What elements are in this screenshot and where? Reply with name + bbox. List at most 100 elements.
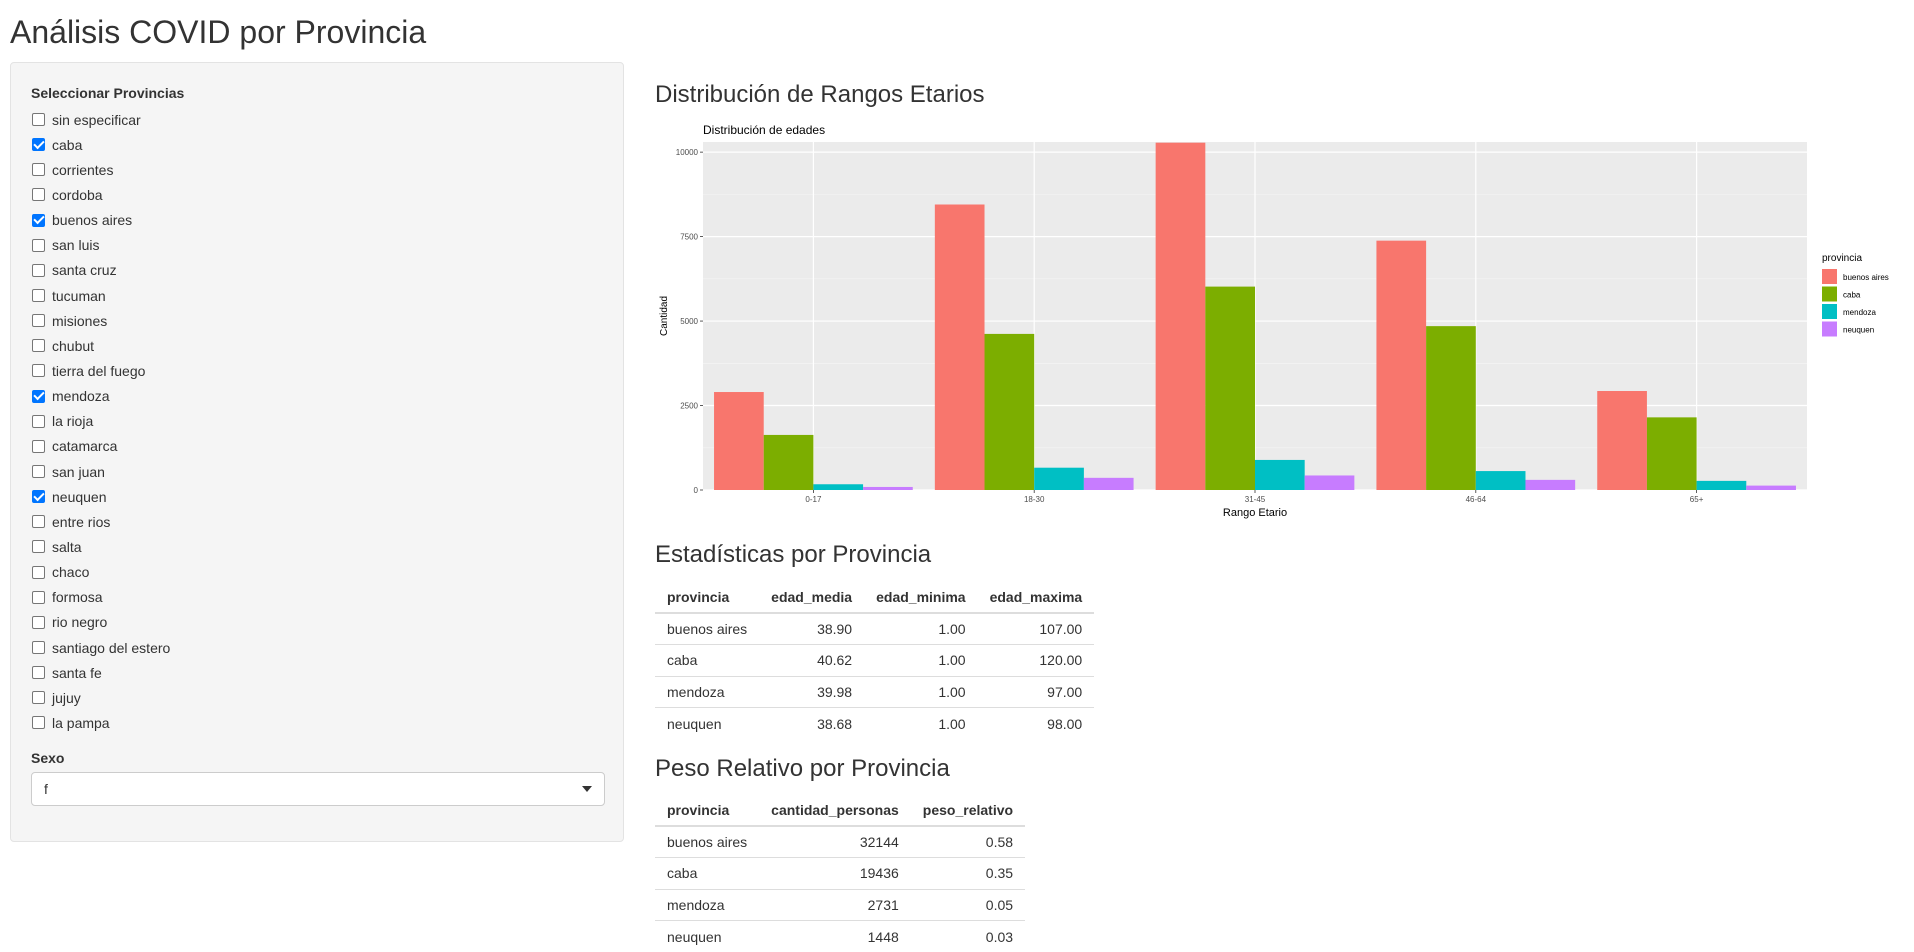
checkbox-label: santa cruz — [52, 262, 117, 278]
province-checkbox-san-luis[interactable]: san luis — [31, 233, 603, 258]
province-checkbox-catamarca[interactable]: catamarca — [31, 434, 603, 459]
checkbox[interactable] — [32, 113, 45, 126]
checkbox-label: tucuman — [52, 288, 106, 304]
province-checkbox-santa-fe[interactable]: santa fe — [31, 660, 603, 685]
checkbox-label: caba — [52, 137, 82, 153]
weight-section-title: Peso Relativo por Provincia — [655, 755, 950, 783]
province-checkbox-misiones[interactable]: misiones — [31, 308, 603, 333]
table-cell: caba — [655, 858, 759, 890]
table-cell: 1.00 — [864, 645, 977, 677]
bar-buenos-aires-0-17 — [714, 392, 764, 490]
checkbox[interactable] — [32, 364, 45, 377]
x-tick-label: 46-64 — [1466, 495, 1487, 504]
province-checkbox-santa-cruz[interactable]: santa cruz — [31, 258, 603, 283]
checkbox[interactable] — [32, 465, 45, 478]
checkbox[interactable] — [32, 339, 45, 352]
province-checkbox-la-rioja[interactable]: la rioja — [31, 409, 603, 434]
checkbox[interactable] — [32, 616, 45, 629]
table-cell: 40.62 — [759, 645, 864, 677]
legend-swatch — [1822, 287, 1837, 302]
table-row: caba194360.35 — [655, 858, 1025, 890]
chevron-down-icon — [582, 786, 592, 792]
column-header: peso_relativo — [911, 795, 1025, 826]
province-checkbox-san-juan[interactable]: san juan — [31, 459, 603, 484]
bar-buenos-aires-46-64 — [1376, 241, 1426, 490]
checkbox[interactable] — [32, 390, 45, 403]
x-tick-label: 18-30 — [1024, 495, 1045, 504]
column-header: provincia — [655, 795, 759, 826]
checkbox[interactable] — [32, 138, 45, 151]
province-checkbox-mendoza[interactable]: mendoza — [31, 384, 603, 409]
checkbox-label: tierra del fuego — [52, 363, 145, 379]
province-checkbox-formosa[interactable]: formosa — [31, 585, 603, 610]
checkbox-label: chubut — [52, 338, 94, 354]
checkbox[interactable] — [32, 188, 45, 201]
sex-select[interactable]: f — [31, 772, 605, 806]
province-checkbox-salta[interactable]: salta — [31, 534, 603, 559]
bar-mendoza-65+ — [1697, 481, 1747, 490]
checkbox[interactable] — [32, 641, 45, 654]
bar-buenos-aires-31-45 — [1156, 143, 1206, 490]
checkbox[interactable] — [32, 239, 45, 252]
table-cell: caba — [655, 645, 759, 677]
checkbox[interactable] — [32, 490, 45, 503]
legend-label: caba — [1843, 291, 1861, 300]
bar-mendoza-46-64 — [1476, 471, 1526, 490]
column-header: provincia — [655, 582, 759, 613]
checkbox[interactable] — [32, 415, 45, 428]
checkbox[interactable] — [32, 716, 45, 729]
checkbox-label: catamarca — [52, 438, 117, 454]
checkbox[interactable] — [32, 214, 45, 227]
checkbox[interactable] — [32, 691, 45, 704]
checkbox[interactable] — [32, 540, 45, 553]
province-checkbox-chubut[interactable]: chubut — [31, 333, 603, 358]
x-axis-label: Rango Etario — [1223, 507, 1287, 519]
checkbox-label: san juan — [52, 464, 105, 480]
table-cell: 107.00 — [978, 613, 1095, 645]
checkbox-label: chaco — [52, 564, 89, 580]
legend-swatch — [1822, 304, 1837, 319]
bar-neuquen-31-45 — [1305, 475, 1355, 490]
province-checkbox-cordoba[interactable]: cordoba — [31, 182, 603, 207]
y-tick-label: 7500 — [680, 233, 698, 242]
table-cell: 2731 — [759, 889, 911, 921]
column-header: edad_media — [759, 582, 864, 613]
checkbox[interactable] — [32, 666, 45, 679]
province-checkbox-chaco[interactable]: chaco — [31, 560, 603, 585]
checkbox[interactable] — [32, 440, 45, 453]
province-checkbox-corrientes[interactable]: corrientes — [31, 157, 603, 182]
province-checkbox-jujuy[interactable]: jujuy — [31, 685, 603, 710]
checkbox[interactable] — [32, 591, 45, 604]
province-checkbox-santiago-del-estero[interactable]: santiago del estero — [31, 635, 603, 660]
province-checkbox-caba[interactable]: caba — [31, 132, 603, 157]
checkbox[interactable] — [32, 515, 45, 528]
province-checkbox-rio-negro[interactable]: rio negro — [31, 610, 603, 635]
table-cell: buenos aires — [655, 613, 759, 645]
legend-label: mendoza — [1843, 308, 1876, 317]
province-checkbox-buenos-aires[interactable]: buenos aires — [31, 208, 603, 233]
table-row: mendoza27310.05 — [655, 889, 1025, 921]
province-checkbox-neuquen[interactable]: neuquen — [31, 484, 603, 509]
province-checkbox-entre-rios[interactable]: entre rios — [31, 509, 603, 534]
table-cell: 32144 — [759, 826, 911, 858]
checkbox[interactable] — [32, 289, 45, 302]
province-checkbox-tierra-del-fuego[interactable]: tierra del fuego — [31, 358, 603, 383]
province-checkbox-tucuman[interactable]: tucuman — [31, 283, 603, 308]
table-row: buenos aires321440.58 — [655, 826, 1025, 858]
province-checkbox-sin-especificar[interactable]: sin especificar — [31, 107, 603, 132]
checkbox-label: cordoba — [52, 187, 103, 203]
sex-label: Sexo — [31, 750, 603, 766]
checkbox[interactable] — [32, 314, 45, 327]
checkbox[interactable] — [32, 264, 45, 277]
bar-caba-65+ — [1647, 417, 1697, 490]
table-cell: 38.90 — [759, 613, 864, 645]
province-checkbox-la-pampa[interactable]: la pampa — [31, 710, 603, 735]
page-title: Análisis COVID por Provincia — [10, 14, 426, 51]
checkbox[interactable] — [32, 163, 45, 176]
chart-title: Distribución de edades — [703, 123, 825, 137]
checkbox[interactable] — [32, 566, 45, 579]
checkbox-label: rio negro — [52, 614, 107, 630]
chart-svg: 0250050007500100000-1718-3031-4546-6465+… — [655, 115, 1905, 525]
checkbox-label: santa fe — [52, 665, 102, 681]
x-tick-label: 31-45 — [1245, 495, 1266, 504]
